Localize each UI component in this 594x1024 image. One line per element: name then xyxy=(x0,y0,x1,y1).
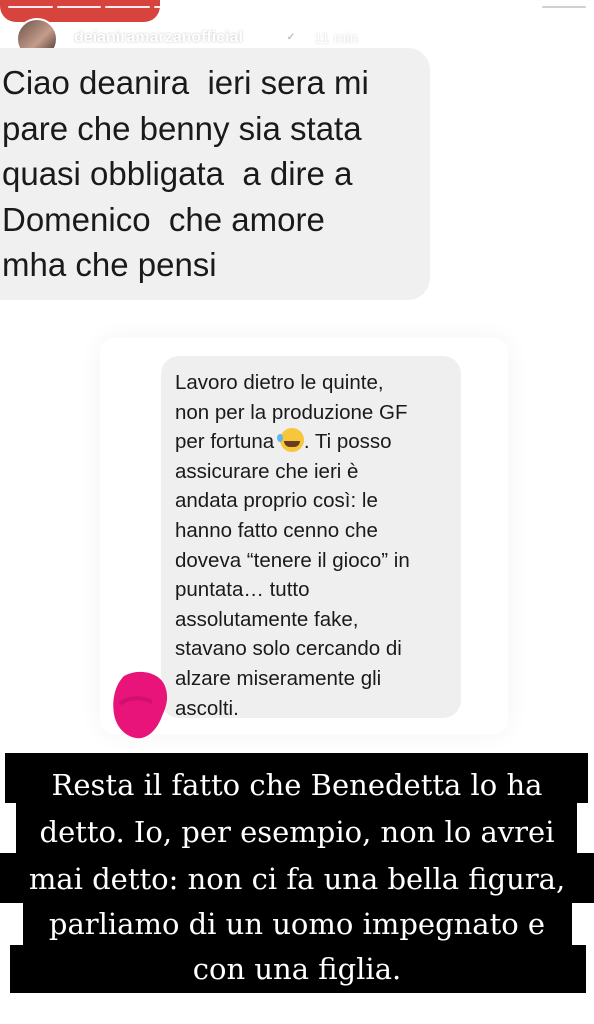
reply-line: ascolti. xyxy=(175,696,239,720)
instagram-story: deianiramarzanofficial ✓ 11 min ••• Ciao… xyxy=(0,0,594,1024)
close-button[interactable] xyxy=(546,18,586,58)
progress-segment xyxy=(250,6,295,8)
reply-text: . Ti posso xyxy=(303,430,392,454)
verified-badge-icon: ✓ xyxy=(284,31,298,45)
username[interactable]: deianiramarzanofficial xyxy=(74,29,243,47)
rolling-laughing-emoji-icon xyxy=(276,428,304,453)
reply-line: assicurare che ieri è xyxy=(175,459,359,483)
more-options-button[interactable]: ••• xyxy=(498,22,538,52)
reply-line: andata proprio così: le xyxy=(175,489,378,513)
reply-line: stavano solo cercando di xyxy=(175,637,402,661)
progress-segment xyxy=(8,6,53,8)
question-line: Ciao deanira ieri sera mi xyxy=(2,64,369,101)
reply-line: hanno fatto cenno che xyxy=(175,518,378,542)
caption-line: mai detto: non ci fa una bella figura, xyxy=(28,862,566,896)
reply-message-bubble: Lavoro dietro le quinte, non per la prod… xyxy=(161,356,461,720)
progress-segment xyxy=(396,6,441,8)
progress-segment xyxy=(105,6,150,8)
progress-segment xyxy=(153,6,198,8)
reply-line: doveva “tenere il gioco” in xyxy=(175,548,410,572)
pink-scribble-censor xyxy=(113,671,168,739)
story-progress-bar xyxy=(8,6,586,8)
caption-line: con una figlia. xyxy=(192,952,402,986)
progress-segment xyxy=(493,6,538,8)
close-icon xyxy=(552,24,580,52)
progress-segment xyxy=(347,6,392,8)
reply-text: per fortuna xyxy=(175,430,280,454)
question-message-bubble: Ciao deanira ieri sera mi pare che benny… xyxy=(0,48,430,300)
reply-line: non per la produzione GF xyxy=(175,400,408,424)
reply-line: alzare miseramente gli xyxy=(175,666,382,690)
question-line: quasi obbligata a dire a xyxy=(2,155,353,192)
post-time: 11 min xyxy=(314,30,358,47)
question-line: pare che benny sia stata xyxy=(2,109,362,147)
caption-line: Resta il fatto che Benedetta lo ha xyxy=(51,768,543,802)
reply-line: assolutamente fake, xyxy=(175,607,359,631)
question-line: mha che pensi xyxy=(2,246,217,283)
progress-segment xyxy=(202,6,247,8)
reply-line: per fortuna . Ti posso xyxy=(175,427,455,457)
progress-segment xyxy=(444,6,489,8)
reply-line: puntata… tutto xyxy=(175,578,310,602)
reply-line: Lavoro dietro le quinte, xyxy=(175,371,384,394)
progress-segment xyxy=(56,6,101,8)
question-line: Domenico che amore xyxy=(2,200,325,238)
progress-segment xyxy=(541,6,586,8)
caption-line: parliamo di un uomo impegnato e xyxy=(48,907,546,941)
caption-line: detto. Io, per esempio, non lo avrei xyxy=(39,815,555,849)
progress-segment xyxy=(299,6,344,8)
